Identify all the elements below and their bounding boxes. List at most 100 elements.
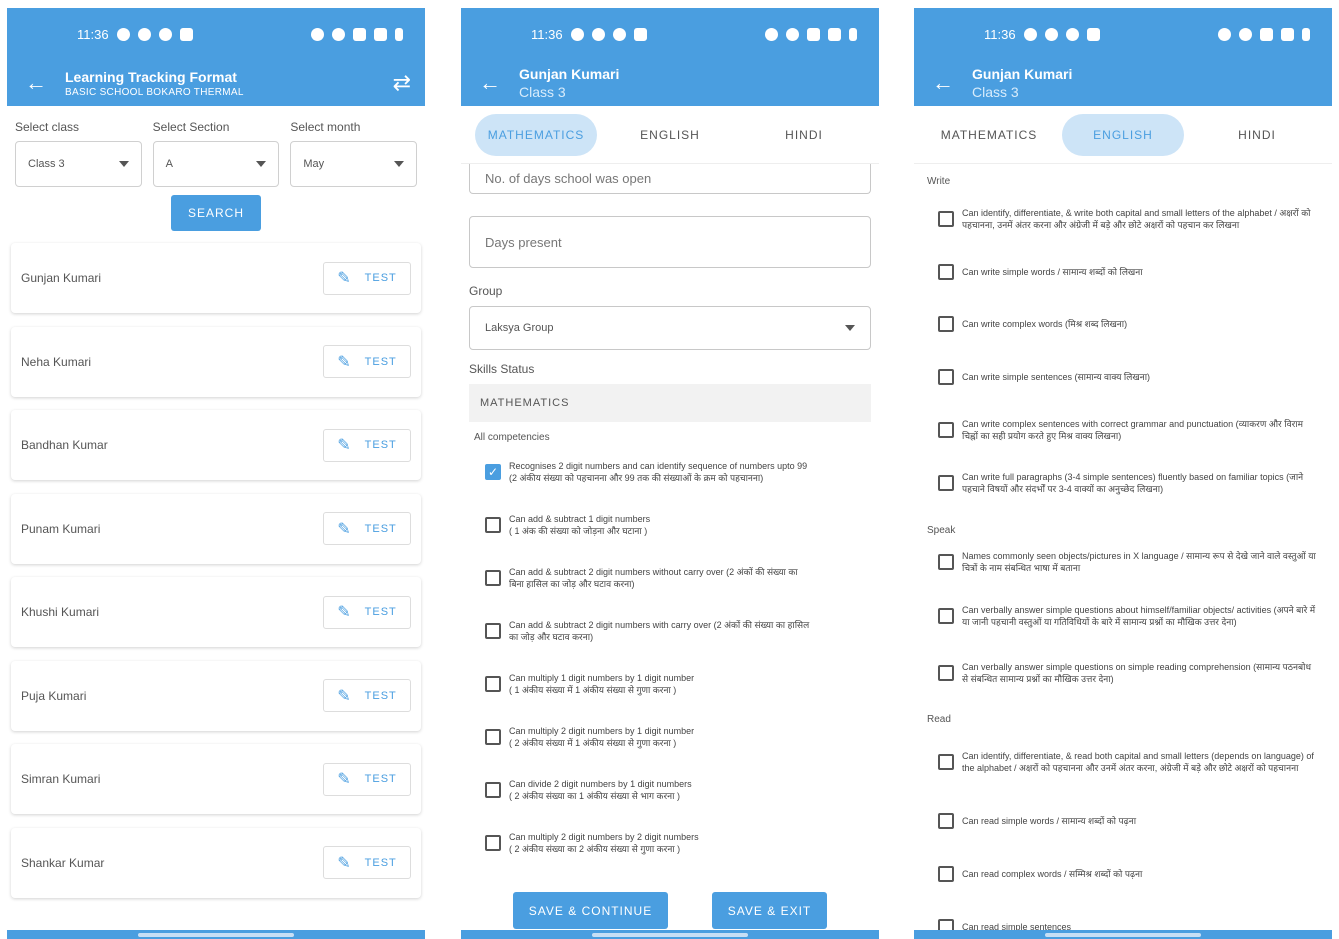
back-arrow-icon[interactable]: ← [25,70,65,96]
competency-item[interactable]: Can write simple sentences (सामान्य वाक्… [938,350,1318,403]
competency-text: Can add & subtract 1 digit numbers [509,513,651,524]
edit-icon: ✎ [337,270,351,287]
gesture-handle[interactable] [592,933,748,937]
checkbox-icon[interactable]: ✓ [485,463,501,480]
checkbox-icon[interactable] [938,474,954,491]
competency-item[interactable]: Can multiply 2 digit numbers by 2 digit … [485,816,879,869]
skill-group-label: Read [927,714,951,725]
competency-item[interactable]: Can verbally answer simple questions on … [938,648,1318,698]
checkbox-icon[interactable] [485,675,501,692]
test-button[interactable]: ✎ TEST [323,595,411,629]
competency-item[interactable]: Can write full paragraphs (3-4 simple se… [938,456,1318,509]
student-row[interactable]: Shankar Kumar ✎ TEST [11,828,421,898]
competency-hindi: ( 1 अंक की संख्या को जोड़ना और घटाना ) [509,525,648,536]
student-row[interactable]: Puja Kumari ✎ TEST [11,661,421,731]
competency-item[interactable]: Can multiply 2 digit numbers by 1 digit … [485,710,879,763]
test-button[interactable]: ✎ TEST [323,846,411,879]
checkbox-icon[interactable] [938,421,954,438]
checkbox-icon[interactable] [938,813,954,829]
checkbox-icon[interactable] [938,865,954,882]
checkbox-icon[interactable] [938,315,954,332]
competency-item[interactable]: Can add & subtract 2 digit numbers witho… [485,551,879,604]
student-row[interactable]: Punam Kumari ✎ TEST [11,494,421,564]
competency-text: Can multiply 2 digit numbers by 2 digit … [509,831,699,842]
heart-icon [1065,27,1079,41]
checkbox-icon[interactable] [485,516,501,533]
section-select[interactable]: A [152,141,280,187]
checkbox-icon[interactable] [938,754,954,770]
volte-icon [807,27,820,41]
checkbox-icon[interactable] [938,211,954,227]
checkbox-icon[interactable] [485,622,501,639]
student-name: Simran Kumari [21,772,101,786]
checkbox-icon[interactable] [938,665,954,681]
student-row[interactable]: Khushi Kumari ✎ TEST [11,577,421,647]
checkbox-icon[interactable] [938,264,954,280]
tab-mathematics[interactable]: MATHEMATICS [475,113,597,156]
competency-item[interactable]: Can verbally answer simple questions abo… [938,584,1318,648]
tab-hindi[interactable]: HINDI [1196,114,1318,156]
student-row[interactable]: Bandhan Kumar ✎ TEST [11,410,421,480]
tab-english[interactable]: ENGLISH [1062,113,1184,156]
competency-item[interactable]: Can write simple words / सामान्य शब्दों … [938,247,1318,297]
save-exit-button[interactable]: SAVE & EXIT [711,892,828,929]
student-row[interactable]: Gunjan Kumari ✎ TEST [11,243,421,313]
student-row[interactable]: Neha Kumari ✎ TEST [11,327,421,397]
save-continue-button[interactable]: SAVE & CONTINUE [512,892,669,929]
checkbox-icon[interactable] [485,781,501,798]
student-row[interactable]: Simran Kumari ✎ TEST [11,744,421,814]
class-select[interactable]: Class 3 [15,141,142,187]
test-button[interactable]: ✎ TEST [323,762,411,796]
test-button[interactable]: ✎ TEST [323,512,411,545]
competency-item[interactable]: Can write complex words (मिश्र शब्द लिखन… [938,297,1318,350]
tab-english[interactable]: ENGLISH [609,114,731,156]
competency-item[interactable]: Can read simple words / सामान्य शब्दों क… [938,795,1318,847]
tab-hindi[interactable]: HINDI [743,114,865,156]
student-class: Class 3 [972,84,1019,100]
back-arrow-icon[interactable]: ← [932,70,972,96]
nav-bar [7,930,425,939]
search-button[interactable]: SEARCH [171,195,261,231]
alarm-icon [765,27,778,41]
competency-item[interactable]: Names commonly seen objects/pictures in … [938,540,1318,584]
competency-item[interactable]: ✓ Recognises 2 digit numbers and can iden… [485,445,879,498]
checkbox-icon[interactable] [938,368,954,385]
student-name: Bandhan Kumar [21,438,108,452]
competency-item[interactable]: Can multiply 1 digit numbers by 1 digit … [485,657,879,710]
nav-bar [461,930,879,939]
back-arrow-icon[interactable]: ← [479,70,519,96]
competency-item[interactable]: Can identify, differentiate, & write bot… [938,191,1318,247]
days-present-field[interactable]: Days present [469,216,871,268]
sync-icon[interactable]: ⇄ [393,70,411,96]
school-open-field[interactable]: No. of days school was open [469,164,871,194]
test-label: TEST [364,522,397,535]
competency-item[interactable]: Can add & subtract 1 digit numbers( 1 अं… [485,498,879,551]
gesture-handle[interactable] [138,933,294,937]
group-select[interactable]: Laksya Group [469,306,871,350]
checkbox-icon[interactable] [485,834,501,851]
heart-icon [137,27,151,41]
competency-text: Can verbally answer simple questions abo… [962,605,1316,627]
test-button[interactable]: ✎ TEST [323,679,411,712]
checkbox-icon[interactable] [485,728,501,745]
test-button[interactable]: ✎ TEST [323,261,411,295]
competency-item[interactable]: Can add & subtract 2 digit numbers with … [485,604,879,657]
checkbox-icon[interactable] [485,569,501,586]
volte-icon [353,27,366,41]
month-select[interactable]: May [290,141,418,187]
checkbox-icon[interactable] [938,554,954,570]
tab-mathematics[interactable]: MATHEMATICS [928,114,1050,156]
gesture-handle[interactable] [1045,933,1201,937]
competency-item[interactable]: Can write complex sentences with correct… [938,403,1318,456]
competency-item[interactable]: Can read complex words / सम्मिश्र शब्दों… [938,847,1318,900]
subject-tabs: MATHEMATICS ENGLISH HINDI [461,106,879,164]
competency-hindi: ( 2 अंकीय संख्या का 2 अंकीय संख्या से गु… [509,843,681,854]
test-button[interactable]: ✎ TEST [323,428,411,462]
test-button[interactable]: ✎ TEST [323,345,411,378]
competency-text: Can write complex words (मिश्र शब्द लिखन… [962,318,1128,329]
competency-item[interactable]: Can divide 2 digit numbers by 1 digit nu… [485,763,879,816]
checkbox-icon[interactable] [938,608,954,624]
competency-item[interactable]: Can identify, differentiate, & read both… [938,729,1318,795]
edit-icon: ✎ [337,854,351,872]
dropdown-caret-icon [256,161,267,167]
